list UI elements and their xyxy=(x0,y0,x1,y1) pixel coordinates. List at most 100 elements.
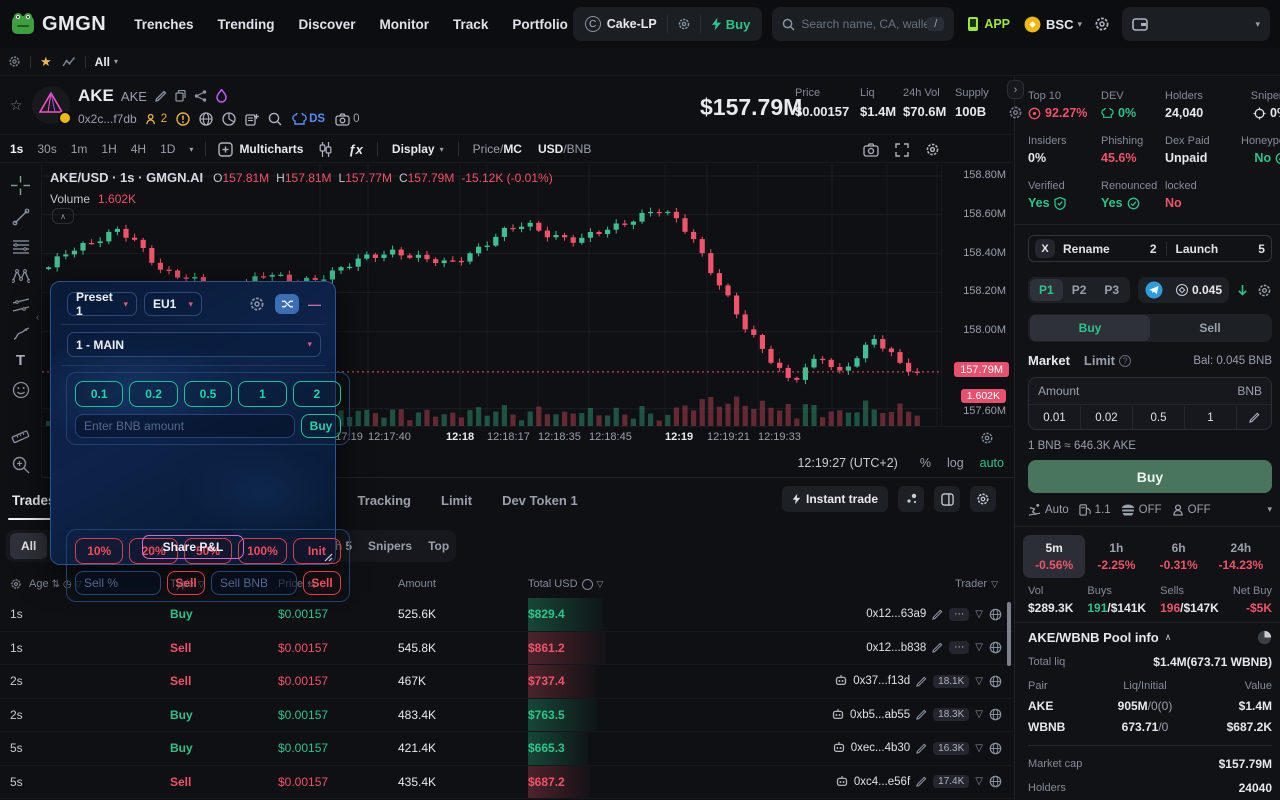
tf-1m[interactable]: 1m xyxy=(71,142,88,156)
edit-pencil-icon[interactable] xyxy=(932,609,943,620)
share-pnl-button[interactable]: Share P&L xyxy=(142,535,244,559)
layout-toggle-button[interactable] xyxy=(934,486,960,512)
chart-line-icon[interactable] xyxy=(62,56,76,68)
website-globe-icon[interactable] xyxy=(199,112,213,126)
watchbar-settings-button[interactable] xyxy=(8,55,21,68)
auto-scale-toggle[interactable]: auto xyxy=(980,456,1004,470)
usd-bnb-toggle[interactable]: USD/BNB xyxy=(538,142,591,156)
trader-address[interactable]: 0x12...63a9 xyxy=(866,608,926,620)
chevron-down-icon[interactable]: ▾ xyxy=(1267,504,1272,515)
nav-item-trenches[interactable]: Trenches xyxy=(134,17,193,32)
timezone-gear-icon[interactable] xyxy=(980,431,994,445)
buy-amount-0.2[interactable]: 0.2 xyxy=(129,381,178,407)
shuffle-button[interactable] xyxy=(275,294,299,314)
dexscreener-label[interactable]: DS xyxy=(309,113,325,125)
tf-4h[interactable]: 4H xyxy=(131,142,146,156)
resize-handle[interactable] xyxy=(323,552,333,562)
trader-address[interactable]: 0xb5...ab55 xyxy=(850,709,910,721)
nav-item-monitor[interactable]: Monitor xyxy=(380,17,430,32)
rename-button[interactable]: Rename xyxy=(1063,242,1110,256)
chain-selector[interactable]: BSC ▾ xyxy=(1024,16,1082,33)
chart-settings-gear-icon[interactable] xyxy=(925,142,940,157)
filter-all[interactable]: All xyxy=(10,533,48,559)
share-nodes-icon[interactable] xyxy=(194,90,207,102)
buy-amount-2[interactable]: 2 xyxy=(292,381,342,407)
tx-settings-row[interactable]: Auto 1.1 OFF OFF ▾ xyxy=(1028,503,1272,516)
tf-1s[interactable]: 1s xyxy=(10,142,23,156)
table-row[interactable]: 5s Sell $0.00157 435.4K $687.2 0xc4...e5… xyxy=(0,765,1014,799)
preset-p3[interactable]: P3 xyxy=(1095,283,1128,297)
region-dropdown[interactable]: EU1 ▾ xyxy=(144,292,202,316)
funnel-icon[interactable]: ▽ xyxy=(975,709,983,720)
quick-trade-floating-panel[interactable]: Preset 1 ▾ EU1 ▾ — 1 - MAIN ▾ 0.1 0.2 0.5 1… xyxy=(50,281,350,602)
buy-amount-0.1[interactable]: 0.1 xyxy=(75,381,124,407)
tf-more-chevron-icon[interactable]: ▾ xyxy=(189,145,193,154)
brand[interactable]: GMGN xyxy=(10,11,106,37)
table-row[interactable]: 2s Sell $0.00157 467K $737.4 0x37...f13d… xyxy=(0,665,1014,699)
table-row[interactable]: 1s Sell $0.00157 545.8K $861.2 0x12...b8… xyxy=(0,631,1014,665)
buy-bnb-amount-input[interactable] xyxy=(75,414,295,438)
tab-buy[interactable]: Buy xyxy=(1030,315,1150,341)
price-axis[interactable]: 158.80M 158.60M 158.40M 158.20M 158.00M … xyxy=(941,164,1014,426)
pair-settings-button[interactable] xyxy=(668,17,700,31)
minimize-button[interactable]: — xyxy=(308,297,321,312)
explorer-globe-icon[interactable] xyxy=(989,708,1002,721)
edit-pencil-icon[interactable] xyxy=(932,642,943,654)
trader-address[interactable]: 0x37...f13d xyxy=(853,675,910,687)
panel-buy-button[interactable]: Buy xyxy=(301,414,341,438)
trader-address[interactable]: 0xc4...e56f xyxy=(854,776,910,788)
trade-settings-gear-icon[interactable] xyxy=(1257,283,1272,298)
explorer-globe-icon[interactable] xyxy=(989,608,1002,621)
funnel-icon[interactable]: ▽ xyxy=(975,609,983,620)
edit-pencil-icon[interactable] xyxy=(916,676,927,687)
quick-buy-button[interactable]: Buy xyxy=(701,17,761,32)
deposit-arrow-icon[interactable] xyxy=(1236,284,1249,297)
quick-0.01[interactable]: 0.01 xyxy=(1029,405,1081,429)
trades-settings-button[interactable] xyxy=(970,486,996,512)
text-tool-icon[interactable]: T xyxy=(16,353,25,368)
price-mc-toggle[interactable]: Price/MC xyxy=(473,142,522,156)
edit-pencil-icon[interactable] xyxy=(155,90,167,102)
pool-pie-icon[interactable] xyxy=(1257,630,1272,645)
explorer-globe-icon[interactable] xyxy=(989,742,1002,755)
gear-icon[interactable] xyxy=(10,578,22,590)
sell-bnb-button[interactable]: Sell xyxy=(303,571,341,595)
crosshair-tool-icon[interactable] xyxy=(11,176,30,195)
table-row[interactable]: 1s Buy $0.00157 525.6K $829.4 0x12...63a… xyxy=(0,598,1014,632)
nav-item-trending[interactable]: Trending xyxy=(218,17,275,32)
order-type-market[interactable]: Market xyxy=(1028,353,1070,368)
search-bar[interactable]: Search name, CA, wallet / xyxy=(772,7,955,41)
toolbar-collapse-chevron-icon[interactable]: ‹ xyxy=(36,312,39,323)
tab-dev-token[interactable]: Dev Token 1 xyxy=(502,493,578,508)
app-download[interactable]: APP xyxy=(966,16,1010,32)
fib-lines-tool-icon[interactable] xyxy=(12,239,30,255)
trades-scrollbar[interactable] xyxy=(1007,602,1011,666)
perf-24h[interactable]: 24h -14.23% xyxy=(1210,535,1272,578)
holders-people-icon[interactable] xyxy=(145,113,159,126)
launch-button[interactable]: Launch xyxy=(1176,242,1219,256)
token-address[interactable]: 0x2c...f7db xyxy=(78,112,137,126)
sell-percent-button[interactable]: Sell xyxy=(167,571,205,595)
tab-tracking[interactable]: Tracking xyxy=(358,493,411,508)
buy-cta-button[interactable]: Buy xyxy=(1028,460,1272,493)
panel-gear-icon[interactable] xyxy=(249,296,265,312)
filter-top[interactable]: Top xyxy=(428,539,449,553)
edit-pencil-icon[interactable] xyxy=(916,776,927,788)
wallet-menu[interactable]: ▾ xyxy=(1122,7,1270,41)
sell-init-button[interactable]: Init xyxy=(292,538,342,564)
tab-sell[interactable]: Sell xyxy=(1150,315,1270,341)
brush-tool-icon[interactable] xyxy=(12,326,30,341)
token-avatar[interactable] xyxy=(32,86,72,125)
explorer-globe-icon[interactable] xyxy=(989,641,1002,654)
amount-input-row[interactable]: Amount BNB xyxy=(1029,378,1271,405)
sell-pct-100[interactable]: 100% xyxy=(238,538,287,564)
table-row[interactable]: 5s Buy $0.00157 421.4K $665.3 0xec...4b3… xyxy=(0,732,1014,766)
candle-style-icon[interactable] xyxy=(319,141,332,157)
preset-dropdown[interactable]: Preset 1 ▾ xyxy=(67,290,137,318)
emoji-tool-icon[interactable] xyxy=(12,381,30,399)
settings-button[interactable] xyxy=(1094,16,1110,32)
copy-icon[interactable] xyxy=(175,90,186,102)
buy-amount-1[interactable]: 1 xyxy=(238,381,287,407)
camera-icon[interactable] xyxy=(335,112,350,126)
chart-clock[interactable]: 12:19:27 (UTC+2) xyxy=(797,456,897,470)
